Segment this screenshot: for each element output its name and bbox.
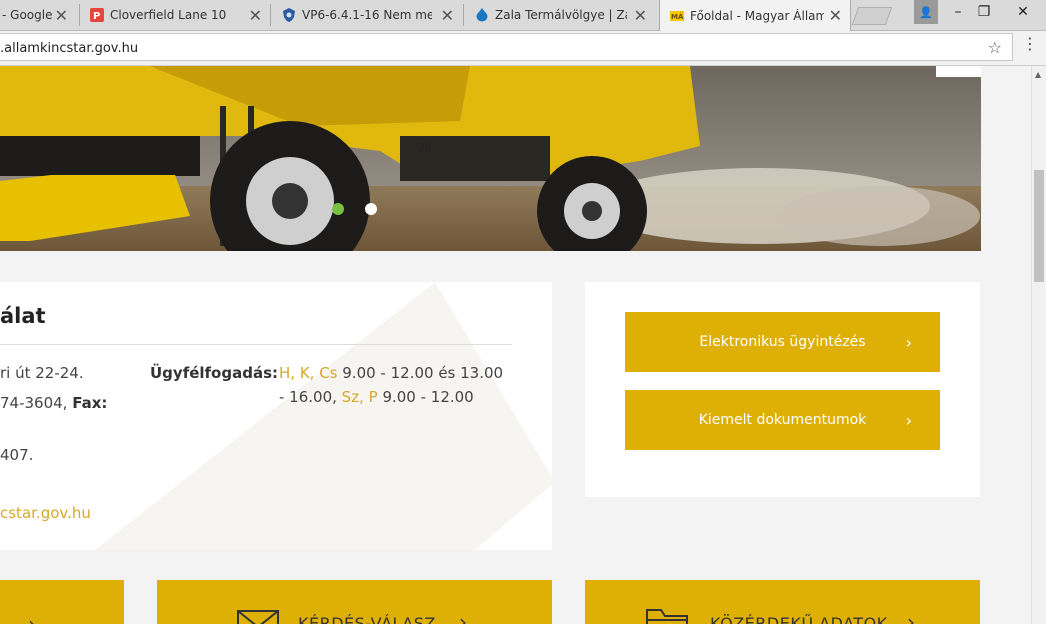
office-info-card: álat ri út 22-24. 74-3604, Fax: 407. cst… xyxy=(0,282,552,550)
tile-label: KÖZÉRDEKŰ ADATOK xyxy=(710,614,888,624)
tab-cloverfield[interactable]: P Cloverfield Lane 10 ✕ xyxy=(80,0,270,30)
profile-icon[interactable]: 👤 xyxy=(914,0,938,24)
phone-number: 74-3604, xyxy=(0,394,73,412)
tab-title: - Google xyxy=(2,8,53,22)
mak-logo-icon: MÁ xyxy=(670,10,684,21)
tab-strip: - Google ✕ P Cloverfield Lane 10 ✕ VP6-6… xyxy=(0,0,1046,31)
office-address: ri út 22-24. xyxy=(0,364,84,382)
hours-line2: - 16.00, Sz, P 9.00 - 12.00 xyxy=(279,388,474,406)
chevron-right-icon: › xyxy=(907,610,916,624)
scroll-thumb[interactable] xyxy=(1034,170,1044,282)
featured-documents-button[interactable]: Kiemelt dokumentumok › xyxy=(625,390,940,450)
slider-dot[interactable] xyxy=(365,203,377,215)
close-icon[interactable]: ✕ xyxy=(249,6,262,25)
close-icon[interactable]: ✕ xyxy=(829,6,842,25)
divider xyxy=(0,344,512,345)
tab-vp6[interactable]: VP6-6.4.1-16 Nem mezőg ✕ xyxy=(272,0,462,30)
minimize-button[interactable]: – xyxy=(946,0,970,24)
svg-text:MÁ: MÁ xyxy=(671,12,684,21)
bookmark-star-icon[interactable]: ☆ xyxy=(988,38,1002,57)
hours-label: Ügyfélfogadás: xyxy=(150,364,279,382)
tab-google[interactable]: - Google ✕ xyxy=(0,0,78,30)
svg-text:20: 20 xyxy=(418,141,432,154)
electronic-administration-button[interactable]: Elektronikus ügyintézés › xyxy=(625,312,940,372)
shield-icon xyxy=(283,8,295,22)
office-heading: álat xyxy=(0,304,46,328)
close-window-button[interactable]: ✕ xyxy=(1000,0,1046,24)
folder-icon xyxy=(646,609,688,624)
close-icon[interactable]: ✕ xyxy=(634,6,647,25)
chevron-right-icon: › xyxy=(28,612,37,624)
hours-days: H, K, Cs xyxy=(279,364,338,382)
drupal-icon xyxy=(476,8,488,22)
browser-menu-icon[interactable]: ⋮ xyxy=(1022,36,1038,52)
header-corner xyxy=(936,66,981,77)
fax-label: Fax: xyxy=(72,394,108,412)
new-tab-button[interactable] xyxy=(851,7,893,25)
tab-title: VP6-6.4.1-16 Nem mezőg xyxy=(302,8,432,22)
scroll-up-arrow[interactable]: ▲ xyxy=(1035,70,1041,79)
harvester-image: 20 xyxy=(0,66,981,251)
tab-foldal-active[interactable]: MÁ Főoldal - Magyar Államkin ✕ xyxy=(659,0,851,31)
svg-text:P: P xyxy=(93,11,100,22)
office-line3: 407. xyxy=(0,446,34,464)
hours-time: 9.00 - 12.00 és 13.00 xyxy=(342,364,504,382)
restore-button[interactable]: ❐ xyxy=(972,0,996,24)
chevron-right-icon: › xyxy=(905,410,912,430)
hours-time: - 16.00, xyxy=(279,388,337,406)
slider-dot-active[interactable] xyxy=(332,203,344,215)
quick-links-card: Elektronikus ügyintézés › Kiemelt dokume… xyxy=(585,282,980,497)
background-shape xyxy=(95,282,552,550)
chevron-right-icon: › xyxy=(905,332,912,352)
address-bar[interactable]: .allamkincstar.gov.hu ☆ xyxy=(0,33,1013,61)
close-icon[interactable]: ✕ xyxy=(55,6,68,25)
tab-zala[interactable]: Zala Termálvölgye | Zala ✕ xyxy=(465,0,655,30)
button-label: Elektronikus ügyintézés xyxy=(699,334,866,350)
page-scrollbar[interactable]: ▲ xyxy=(1031,66,1046,624)
toolbar: .allamkincstar.gov.hu ☆ xyxy=(0,31,1046,66)
tile-faq[interactable]: KÉRDÉS-VÁLASZ › xyxy=(157,580,552,624)
tab-title: Cloverfield Lane 10 xyxy=(110,8,227,22)
tab-title: Főoldal - Magyar Államkin xyxy=(690,8,824,23)
hero-slider: 20 xyxy=(0,66,981,251)
hours-days: Sz, P xyxy=(341,388,378,406)
tab-title: Zala Termálvölgye | Zala xyxy=(495,8,627,22)
office-phone: 74-3604, Fax: xyxy=(0,394,107,412)
tile-public-data[interactable]: KÖZÉRDEKŰ ADATOK › xyxy=(585,580,980,624)
url-text: .allamkincstar.gov.hu xyxy=(0,41,139,56)
close-icon[interactable]: ✕ xyxy=(441,6,454,25)
website-link[interactable]: cstar.gov.hu xyxy=(0,504,91,522)
button-label: Kiemelt dokumentumok xyxy=(698,412,867,428)
tile-label: KÉRDÉS-VÁLASZ xyxy=(298,614,436,624)
hours-time: 9.00 - 12.00 xyxy=(382,388,474,406)
envelope-icon xyxy=(237,610,279,624)
pdf-icon: P xyxy=(90,8,104,22)
chevron-right-icon: › xyxy=(459,610,468,624)
tile-partial[interactable]: › xyxy=(0,580,124,624)
page-viewport: 20 álat ri út 22-24. 74-3604, Fax: 407. … xyxy=(0,66,1031,624)
hours-line1: H, K, Cs 9.00 - 12.00 és 13.00 xyxy=(279,364,503,382)
